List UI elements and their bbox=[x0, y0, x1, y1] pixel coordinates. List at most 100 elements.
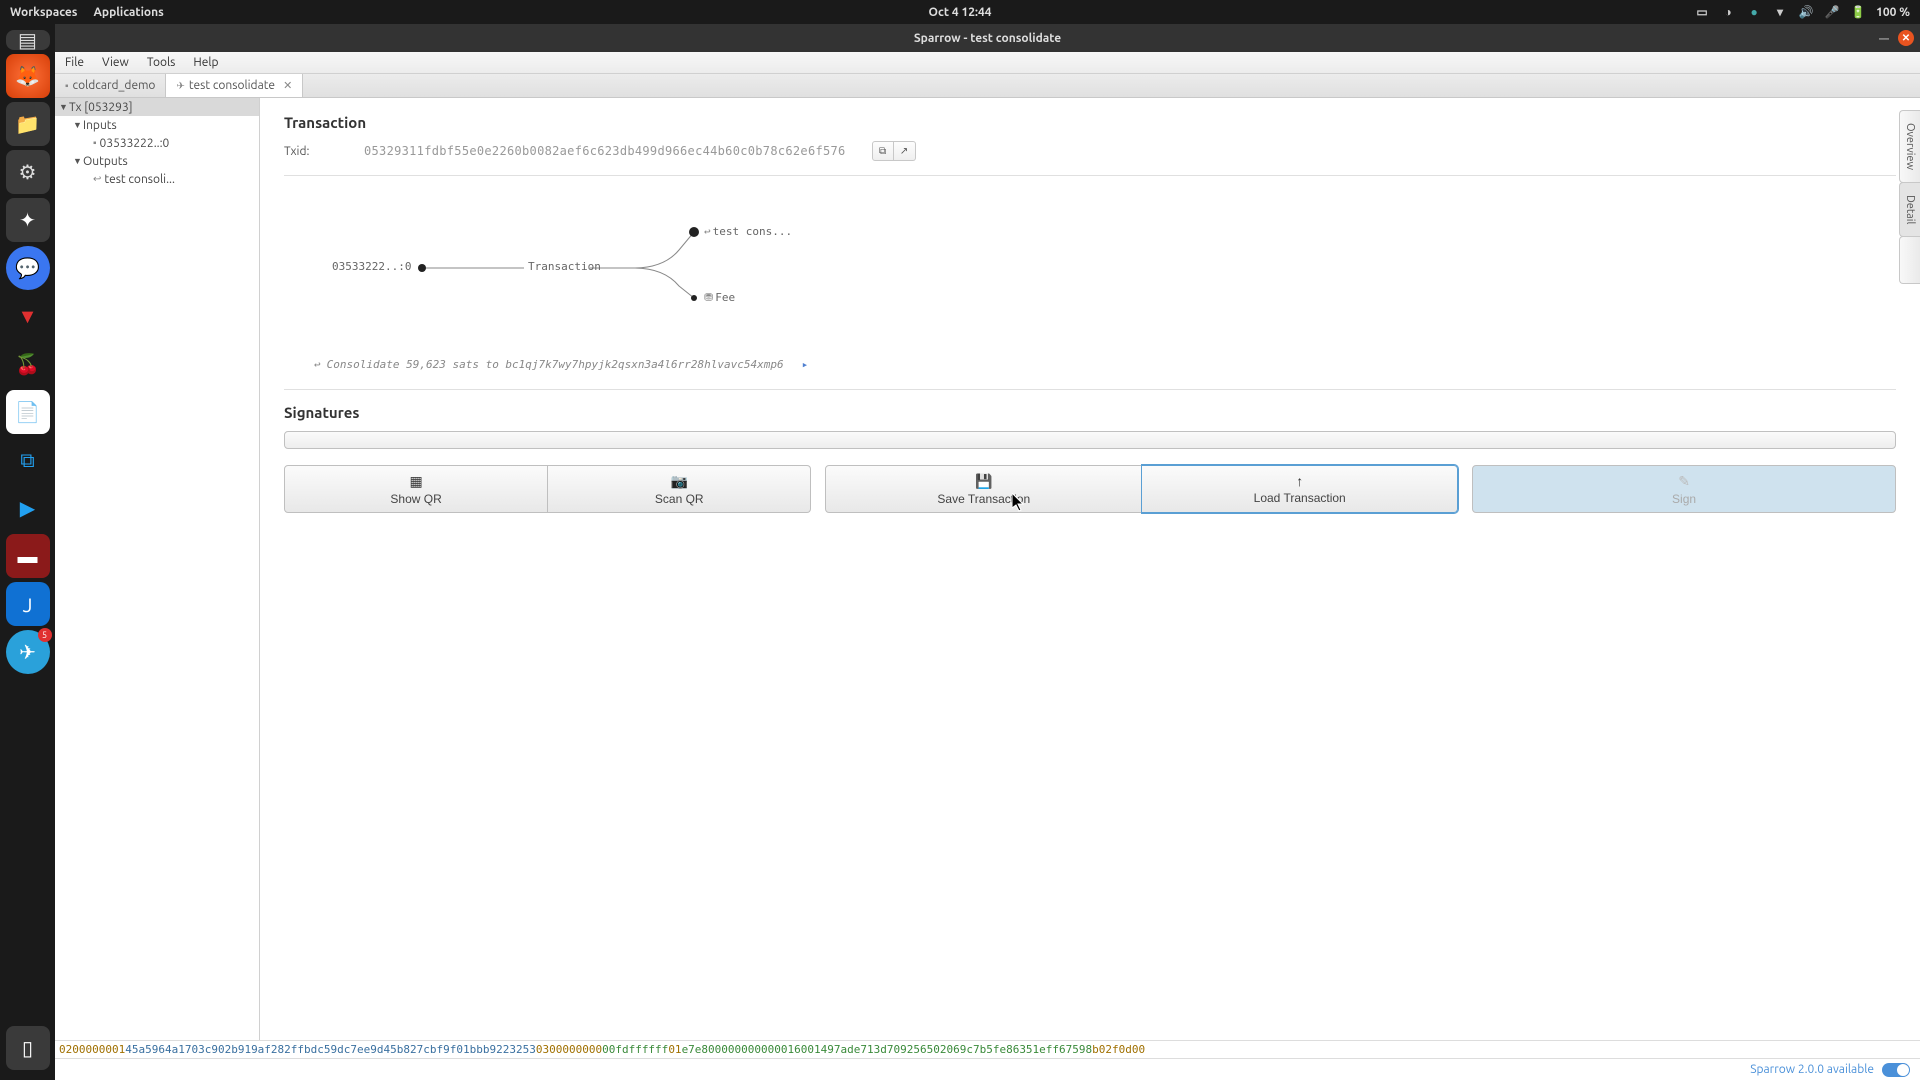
dock-red[interactable]: ▼ bbox=[6, 294, 50, 338]
side-tabs: Overview Detail bbox=[1899, 110, 1920, 283]
menu-file[interactable]: File bbox=[65, 56, 84, 69]
side-tab-overview[interactable]: Overview bbox=[1899, 110, 1920, 183]
status-bar: Sparrow 2.0.0 available bbox=[55, 1058, 1920, 1080]
caret-down-icon[interactable]: ▼ bbox=[73, 156, 83, 166]
menubar: File View Tools Help bbox=[55, 52, 1920, 74]
battery-percent: 100 % bbox=[1876, 6, 1910, 19]
tab-close-icon[interactable]: ✕ bbox=[283, 79, 292, 92]
menu-view[interactable]: View bbox=[102, 56, 129, 69]
dock-term[interactable]: ▬ bbox=[6, 534, 50, 578]
menu-help[interactable]: Help bbox=[193, 56, 218, 69]
pen-icon: ✎ bbox=[1678, 473, 1690, 490]
tray-icon-1[interactable]: ▭ bbox=[1694, 4, 1710, 20]
save-icon: 💾 bbox=[975, 473, 992, 490]
hex-footer: 020000000145a5964a1703c902b919af282ffbdc… bbox=[55, 1040, 1920, 1058]
section-signatures: Signatures bbox=[284, 404, 1896, 421]
os-topbar: Workspaces Applications Oct 4 12:44 ▭ ◑ … bbox=[0, 0, 1920, 24]
dock-trash[interactable]: ▯ bbox=[6, 1026, 50, 1070]
tab-test-consolidate[interactable]: ✈ test consolidate ✕ bbox=[166, 74, 303, 97]
button-label: Show QR bbox=[390, 492, 441, 506]
side-tab-detail[interactable]: Detail bbox=[1899, 182, 1920, 237]
show-qr-button[interactable]: ▦ Show QR bbox=[284, 465, 548, 513]
window-minimize[interactable]: — bbox=[1876, 30, 1892, 46]
open-txid-button[interactable]: ↗ bbox=[894, 141, 916, 161]
diagram-output1-label: ↩test cons... bbox=[704, 225, 792, 238]
button-row: ▦ Show QR 📷 Scan QR 💾 Save Transaction bbox=[284, 465, 1896, 513]
send-icon: ✈ bbox=[176, 80, 184, 92]
tab-label: test consolidate bbox=[189, 79, 275, 92]
caret-down-icon[interactable]: ▼ bbox=[73, 120, 83, 130]
diagram-center-label: Transaction bbox=[528, 260, 601, 273]
dock-settings[interactable]: ⚙ bbox=[6, 150, 50, 194]
scan-qr-button[interactable]: 📷 Scan QR bbox=[548, 465, 811, 513]
window-close[interactable]: ✕ bbox=[1898, 30, 1914, 46]
qr-icon: ▦ bbox=[409, 473, 422, 490]
reply-icon: ↩ bbox=[314, 358, 321, 371]
tray-icon-2[interactable]: ◑ bbox=[1720, 4, 1736, 20]
dock-text[interactable]: 📄 bbox=[6, 390, 50, 434]
tree-input-item[interactable]: ▪ 03533222..:0 bbox=[55, 134, 259, 152]
battery-icon[interactable]: 🔋 bbox=[1850, 4, 1866, 20]
tree-sidebar: ▼ Tx [053293] ▼ Inputs ▪ 03533222..:0 ▼ … bbox=[55, 98, 260, 1040]
diagram-fee-label: ⛃Fee bbox=[704, 291, 735, 304]
reply-icon: ↩ bbox=[704, 225, 711, 238]
coins-icon: ▪ bbox=[93, 137, 97, 149]
fee-icon: ⛃ bbox=[704, 291, 713, 304]
workspaces-menu[interactable]: Workspaces bbox=[10, 6, 77, 19]
section-transaction: Transaction bbox=[284, 114, 1896, 131]
dock-thumb[interactable]: ▤ bbox=[6, 30, 50, 50]
tray-icon-3[interactable]: ● bbox=[1746, 4, 1762, 20]
separator bbox=[284, 175, 1896, 176]
update-available-link[interactable]: Sparrow 2.0.0 available bbox=[1750, 1063, 1874, 1076]
applications-menu[interactable]: Applications bbox=[93, 6, 163, 19]
dock-telegram[interactable]: ✈5 bbox=[6, 630, 50, 674]
menu-tools[interactable]: Tools bbox=[147, 56, 176, 69]
tab-label: coldcard_demo bbox=[73, 79, 156, 92]
volume-icon[interactable]: 🔊 bbox=[1798, 4, 1814, 20]
window-title: Sparrow - test consolidate bbox=[914, 32, 1061, 45]
tx-diagram: 03533222..:0 Transaction ↩test cons... ⛃… bbox=[284, 190, 1896, 340]
upload-icon: ↑ bbox=[1296, 473, 1303, 489]
tree-root[interactable]: ▼ Tx [053293] bbox=[55, 98, 259, 116]
telegram-badge: 5 bbox=[38, 628, 52, 642]
dock-files[interactable]: 📁 bbox=[6, 102, 50, 146]
wifi-icon[interactable]: ▾ bbox=[1772, 4, 1788, 20]
clock[interactable]: Oct 4 12:44 bbox=[929, 6, 992, 19]
dock-signal[interactable]: 💬 bbox=[6, 246, 50, 290]
tree-label: Outputs bbox=[83, 155, 128, 168]
caret-down-icon[interactable]: ▼ bbox=[59, 102, 69, 112]
app-container: File View Tools Help ▪ coldcard_demo ✈ t… bbox=[55, 52, 1920, 1080]
sign-button[interactable]: ✎ Sign bbox=[1472, 465, 1896, 513]
dock-cherry[interactable]: 🍒 bbox=[6, 342, 50, 386]
load-transaction-button[interactable]: ↑ Load Transaction bbox=[1142, 465, 1458, 513]
toggle-switch[interactable] bbox=[1882, 1063, 1910, 1077]
dock-firefox[interactable]: 🦊 bbox=[6, 54, 50, 98]
external-link-icon: ↗ bbox=[900, 146, 908, 157]
txid-label: Txid: bbox=[284, 145, 344, 158]
copy-txid-button[interactable]: ⧉ bbox=[872, 141, 894, 161]
main-panel: Transaction Txid: 05329311fdbf55e0e2260b… bbox=[260, 98, 1920, 1040]
side-tab-blank[interactable] bbox=[1899, 236, 1920, 284]
dock-blue[interactable]: ▶ bbox=[6, 486, 50, 530]
tree-label: test consoli... bbox=[104, 173, 175, 186]
dock-vscode[interactable]: ⧉ bbox=[6, 438, 50, 482]
tree-label: Inputs bbox=[83, 119, 117, 132]
tree-outputs[interactable]: ▼ Outputs bbox=[55, 152, 259, 170]
camera-icon: 📷 bbox=[671, 473, 688, 490]
save-transaction-button[interactable]: 💾 Save Transaction bbox=[825, 465, 1142, 513]
next-arrow-icon[interactable]: ▸ bbox=[802, 358, 809, 371]
tree-inputs[interactable]: ▼ Inputs bbox=[55, 116, 259, 134]
tree-label: Tx [053293] bbox=[69, 101, 133, 114]
tab-bar: ▪ coldcard_demo ✈ test consolidate ✕ bbox=[55, 74, 1920, 98]
mic-icon[interactable]: 🎤 bbox=[1824, 4, 1840, 20]
dock-joplin[interactable]: J bbox=[6, 582, 50, 626]
diagram-input-label: 03533222..:0 bbox=[332, 260, 411, 273]
wallet-icon: ▪ bbox=[65, 80, 69, 92]
reply-icon: ↩ bbox=[93, 173, 101, 185]
dock-sparrow[interactable]: ✦ bbox=[6, 198, 50, 242]
button-label: Scan QR bbox=[655, 492, 704, 506]
signatures-progress bbox=[284, 431, 1896, 449]
copy-icon: ⧉ bbox=[879, 146, 886, 157]
tab-coldcard-demo[interactable]: ▪ coldcard_demo bbox=[55, 74, 166, 97]
tree-output-item[interactable]: ↩ test consoli... bbox=[55, 170, 259, 188]
